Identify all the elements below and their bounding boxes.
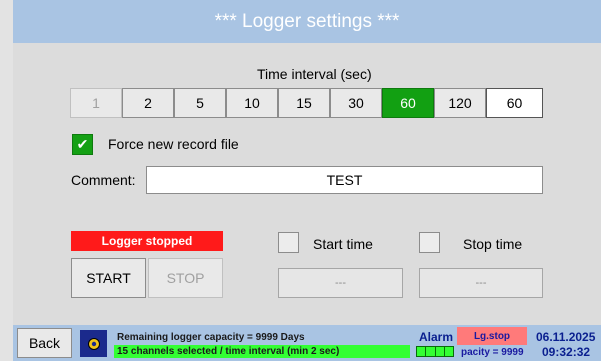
comment-label: Comment: [71,172,136,188]
logger-settings-screen: *** Logger settings *** Time interval (s… [0,0,601,361]
capacity-text: Remaining logger capacity = 9999 Days [117,332,305,343]
interval-option-120[interactable]: 120 [434,88,486,118]
alarm-label: Alarm [419,330,454,344]
stop-button[interactable]: STOP [148,258,223,298]
stop-time-field[interactable]: --- [419,268,543,298]
interval-option-2[interactable]: 2 [122,88,174,118]
stop-time-checkbox[interactable] [419,232,440,253]
lg-stop-badge: Lg.stop [457,327,527,345]
interval-option-1[interactable]: 1 [70,88,122,118]
time-text: 09:32:32 [542,345,591,359]
comment-input[interactable]: TEST [146,166,543,194]
record-icon [87,337,100,350]
logger-icon [80,330,107,357]
interval-option-15[interactable]: 15 [278,88,330,118]
alarm-led-2 [426,347,435,356]
interval-option-5[interactable]: 5 [174,88,226,118]
interval-option-30[interactable]: 30 [330,88,382,118]
page-title: *** Logger settings *** [214,10,400,32]
alarm-led-4 [444,347,453,356]
checkmark-icon: ✔ [76,136,89,152]
force-new-checkbox[interactable]: ✔ [72,134,93,155]
logger-status-badge: Logger stopped [71,231,223,251]
channels-text: 15 channels selected / time interval (mi… [117,346,340,357]
start-time-checkbox[interactable] [278,232,299,253]
interval-label: Time interval (sec) [257,66,372,82]
force-new-label: Force new record file [108,136,239,152]
interval-option-60[interactable]: 60 [382,88,434,118]
lg-stop-label: Lg.stop [473,330,511,342]
interval-custom-input[interactable]: 60 [486,88,543,118]
stop-time-label: Stop time [463,236,523,252]
capacity-short-text: pacity = 9999 [461,347,524,358]
alarm-indicators [416,346,454,357]
alarm-led-3 [435,347,444,356]
interval-option-10[interactable]: 10 [226,88,278,118]
alarm-led-1 [417,347,426,356]
start-button[interactable]: START [71,258,146,298]
back-button[interactable]: Back [17,328,72,358]
date-text: 06.11.2025 [536,330,596,344]
start-time-label: Start time [313,236,373,252]
start-time-field[interactable]: --- [278,268,403,298]
title-bar: *** Logger settings *** [13,0,601,43]
